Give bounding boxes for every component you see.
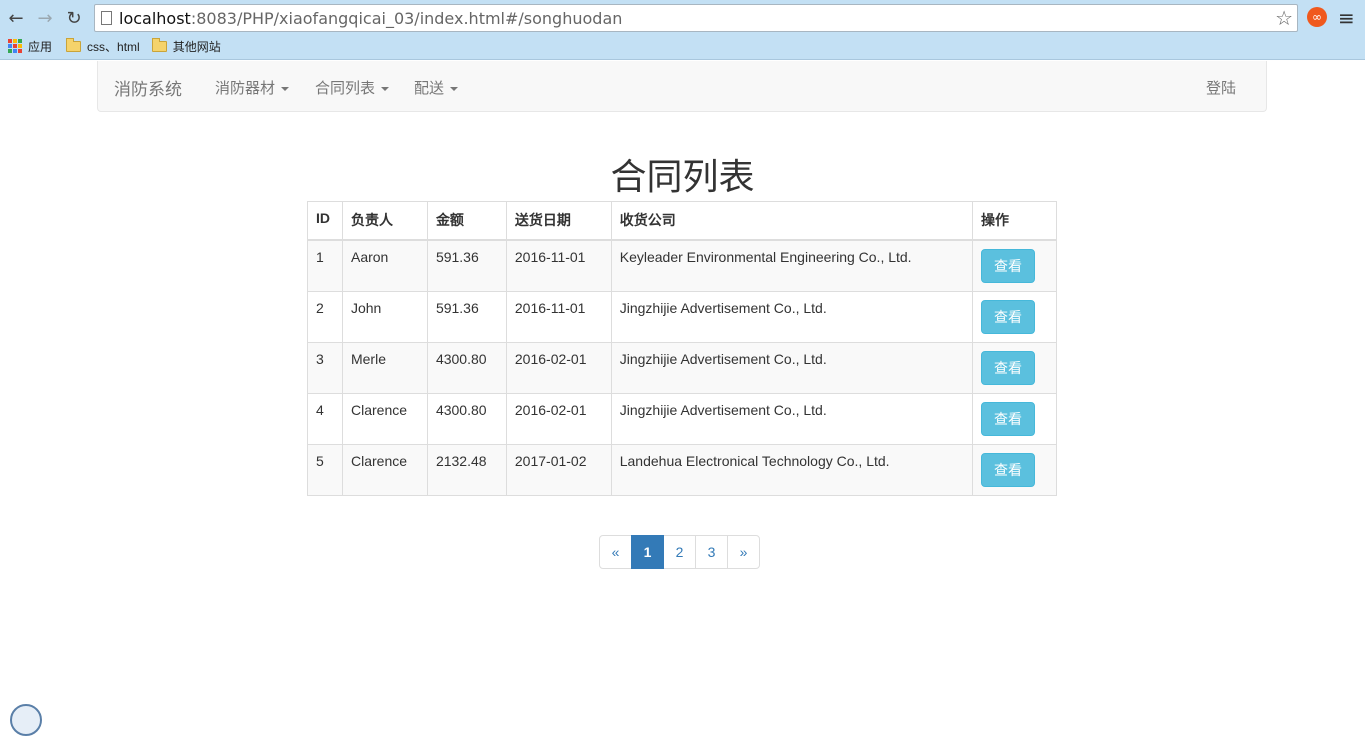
forward-arrow-icon[interactable]: → [33,6,57,30]
cell-actions: 查看 [972,443,1057,496]
nav-dropdown-contracts[interactable]: 合同列表 [315,77,390,98]
cell-company: Jingzhijie Advertisement Co., Ltd. [610,290,974,343]
pagination-prev[interactable]: « [599,535,632,569]
address-url[interactable]: localhost:8083/PHP/xiaofangqicai_03/inde… [119,9,622,28]
top-navbar: 消防系统 消防器材 合同列表 配送 登陆 [97,61,1267,112]
cell-id: 5 [307,443,343,496]
cell-date: 2016-02-01 [505,341,612,394]
back-arrow-icon[interactable]: ← [4,6,28,30]
cell-date: 2017-01-02 [505,443,612,496]
cell-id: 4 [307,392,343,445]
cell-owner: Aaron [341,239,428,292]
folder-icon [151,37,167,52]
cell-company: Jingzhijie Advertisement Co., Ltd. [610,392,974,445]
navbar-brand[interactable]: 消防系统 [114,75,182,100]
column-header-owner: 负责人 [341,201,428,241]
table-row: 5 Clarence 2132.48 2017-01-02 Landehua E… [307,443,1057,496]
cell-id: 1 [307,239,343,292]
cell-amount: 591.36 [426,239,507,292]
cell-owner: John [341,290,428,343]
table-header-row: ID 负责人 金额 送货日期 收货公司 操作 [307,201,1057,241]
cell-actions: 查看 [972,392,1057,445]
cell-owner: Clarence [341,392,428,445]
column-header-amount: 金额 [426,201,507,241]
caret-down-icon [381,86,390,91]
table-row: 4 Clarence 4300.80 2016-02-01 Jingzhijie… [307,392,1057,445]
bookmark-label: 其他网站 [172,39,221,54]
nav-dropdown-delivery[interactable]: 配送 [414,77,459,98]
cell-id: 2 [307,290,343,343]
table-row: 2 John 591.36 2016-11-01 Jingzhijie Adve… [307,290,1057,343]
cell-actions: 查看 [972,239,1057,292]
view-button[interactable]: 查看 [981,350,1035,385]
table-row: 1 Aaron 591.36 2016-11-01 Keyleader Envi… [307,239,1057,292]
cell-amount: 4300.80 [426,392,507,445]
column-header-date: 送货日期 [505,201,612,241]
bookmark-css-html[interactable]: css、html [66,37,140,55]
cell-id: 3 [307,341,343,394]
cell-company: Keyleader Environmental Engineering Co.,… [610,239,974,292]
pagination-page-3[interactable]: 3 [695,535,728,569]
pagination-next[interactable]: » [727,535,760,569]
table-row: 3 Merle 4300.80 2016-02-01 Jingzhijie Ad… [307,341,1057,394]
browser-chrome: ← → ↻ localhost:8083/PHP/xiaofangqicai_0… [0,0,1365,60]
cell-company: Jingzhijie Advertisement Co., Ltd. [610,341,974,394]
reload-icon[interactable]: ↻ [62,6,86,30]
column-header-company: 收货公司 [610,201,974,241]
cell-date: 2016-11-01 [505,239,612,292]
view-button[interactable]: 查看 [981,299,1035,334]
cell-date: 2016-11-01 [505,290,612,343]
bookmark-other-sites[interactable]: 其他网站 [151,37,221,55]
nav-item-label: 消防器材 [215,80,276,97]
nav-dropdown-equipment[interactable]: 消防器材 [215,77,290,98]
bookmark-label: css、html [87,39,140,54]
cell-actions: 查看 [972,290,1057,343]
view-button[interactable]: 查看 [981,401,1035,436]
bookmark-label: 应用 [28,39,53,54]
cell-amount: 2132.48 [426,443,507,496]
page-title: 合同列表 [610,157,755,198]
column-header-actions: 操作 [972,201,1057,241]
caret-down-icon [450,86,459,91]
folder-icon [66,37,82,52]
browser-menu-icon[interactable]: ≡ [1338,6,1355,30]
bookmark-star-icon[interactable]: ☆ [1275,6,1293,30]
contract-table: ID 负责人 金额 送货日期 收货公司 操作 1 Aaron 591.36 20… [307,201,1057,496]
nav-item-label: 配送 [414,80,445,97]
extension-icon[interactable]: ∞ [1307,7,1327,27]
bookmark-apps[interactable]: 应用 [8,38,52,55]
cell-company: Landehua Electronical Technology Co., Lt… [610,443,974,496]
cell-amount: 591.36 [426,290,507,343]
view-button[interactable]: 查看 [981,452,1035,487]
pagination-page-1[interactable]: 1 [631,535,664,569]
nav-item-label: 合同列表 [315,80,376,97]
cell-date: 2016-02-01 [505,392,612,445]
pagination-page-2[interactable]: 2 [663,535,696,569]
view-button[interactable]: 查看 [981,248,1035,283]
address-bar[interactable]: localhost:8083/PHP/xiaofangqicai_03/inde… [94,4,1298,32]
bookmarks-bar: 应用 css、html 其他网站 [0,34,225,58]
apps-grid-icon [8,39,22,53]
url-path: :8083/PHP/xiaofangqicai_03/index.html#/s… [190,9,623,28]
page-icon [101,11,112,25]
caret-down-icon [281,86,290,91]
floating-circle-icon[interactable] [10,704,42,736]
cell-actions: 查看 [972,341,1057,394]
login-link[interactable]: 登陆 [1206,77,1236,98]
cell-owner: Clarence [341,443,428,496]
column-header-id: ID [307,201,343,241]
cell-amount: 4300.80 [426,341,507,394]
cell-owner: Merle [341,341,428,394]
url-host: localhost [119,9,191,28]
pagination: « 1 2 3 » [599,535,760,569]
